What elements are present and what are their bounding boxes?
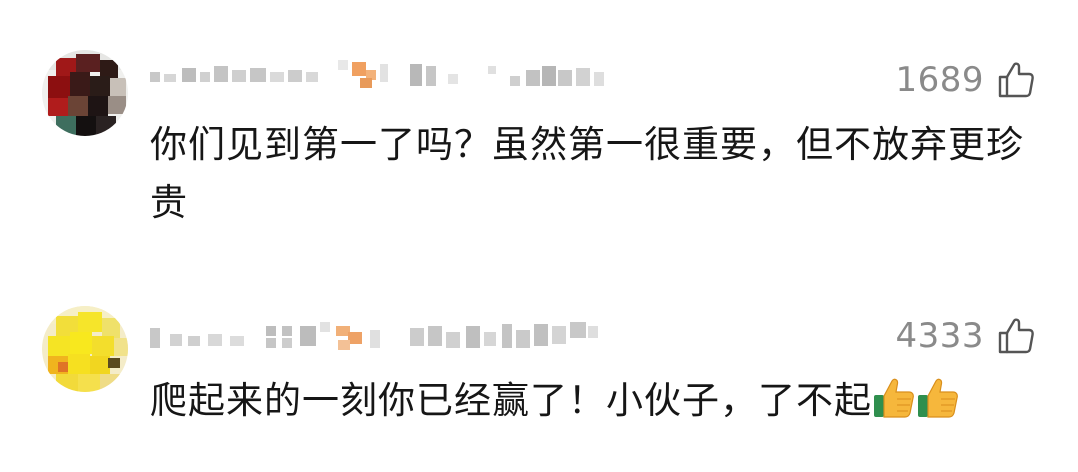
like-count: 1689 [895, 60, 984, 100]
like-group[interactable]: 4333 [895, 316, 1036, 356]
thumbs-up-icon[interactable] [996, 316, 1036, 356]
thumbs-up-emoji-icon [872, 375, 916, 419]
avatar[interactable] [42, 306, 128, 392]
thumbs-up-emoji-icon [916, 375, 960, 419]
username[interactable] [148, 60, 618, 90]
emoji-group: 👍👍 [872, 372, 960, 430]
username[interactable] [148, 322, 618, 352]
blurred-username [150, 322, 598, 350]
comment-text-body: 爬起来的一刻你已经赢了！小伙子，了不起 [150, 379, 872, 422]
blurred-username [150, 60, 604, 88]
like-group[interactable]: 1689 [895, 60, 1036, 100]
avatar[interactable] [42, 50, 128, 136]
comment-text: 爬起来的一刻你已经赢了！小伙子，了不起👍👍 [150, 372, 1040, 430]
like-count: 4333 [895, 316, 984, 356]
comment-text: 你们见到第一了吗？虽然第一很重要，但不放弃更珍贵 [150, 123, 1024, 224]
thumbs-up-icon[interactable] [996, 60, 1036, 100]
comment-item: 1689 你们见到第一了吗？虽然第一很重要，但不放弃更珍贵 [0, 0, 1078, 236]
comment-item: 4333 爬起来的一刻你已经赢了！小伙子，了不起👍👍 [0, 236, 1078, 472]
